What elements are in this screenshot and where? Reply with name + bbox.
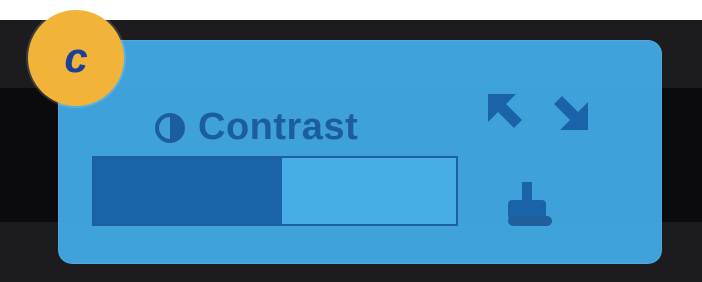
contrast-icon [155,112,185,143]
contrast-slider-fill [94,158,283,224]
hand-pointer-icon [508,182,552,226]
contrast-overlay-panel [58,40,662,264]
contrast-title: Contrast [198,106,359,148]
arrow-down-right-icon[interactable] [544,86,596,138]
badge-letter: c [64,34,88,81]
contrast-header: Contrast [154,106,358,149]
contrast-slider-track[interactable] [92,156,458,226]
panel-label-badge: c [28,10,124,106]
arrow-up-left-icon[interactable] [480,86,532,138]
screen-stage: Contrast c [0,0,702,282]
